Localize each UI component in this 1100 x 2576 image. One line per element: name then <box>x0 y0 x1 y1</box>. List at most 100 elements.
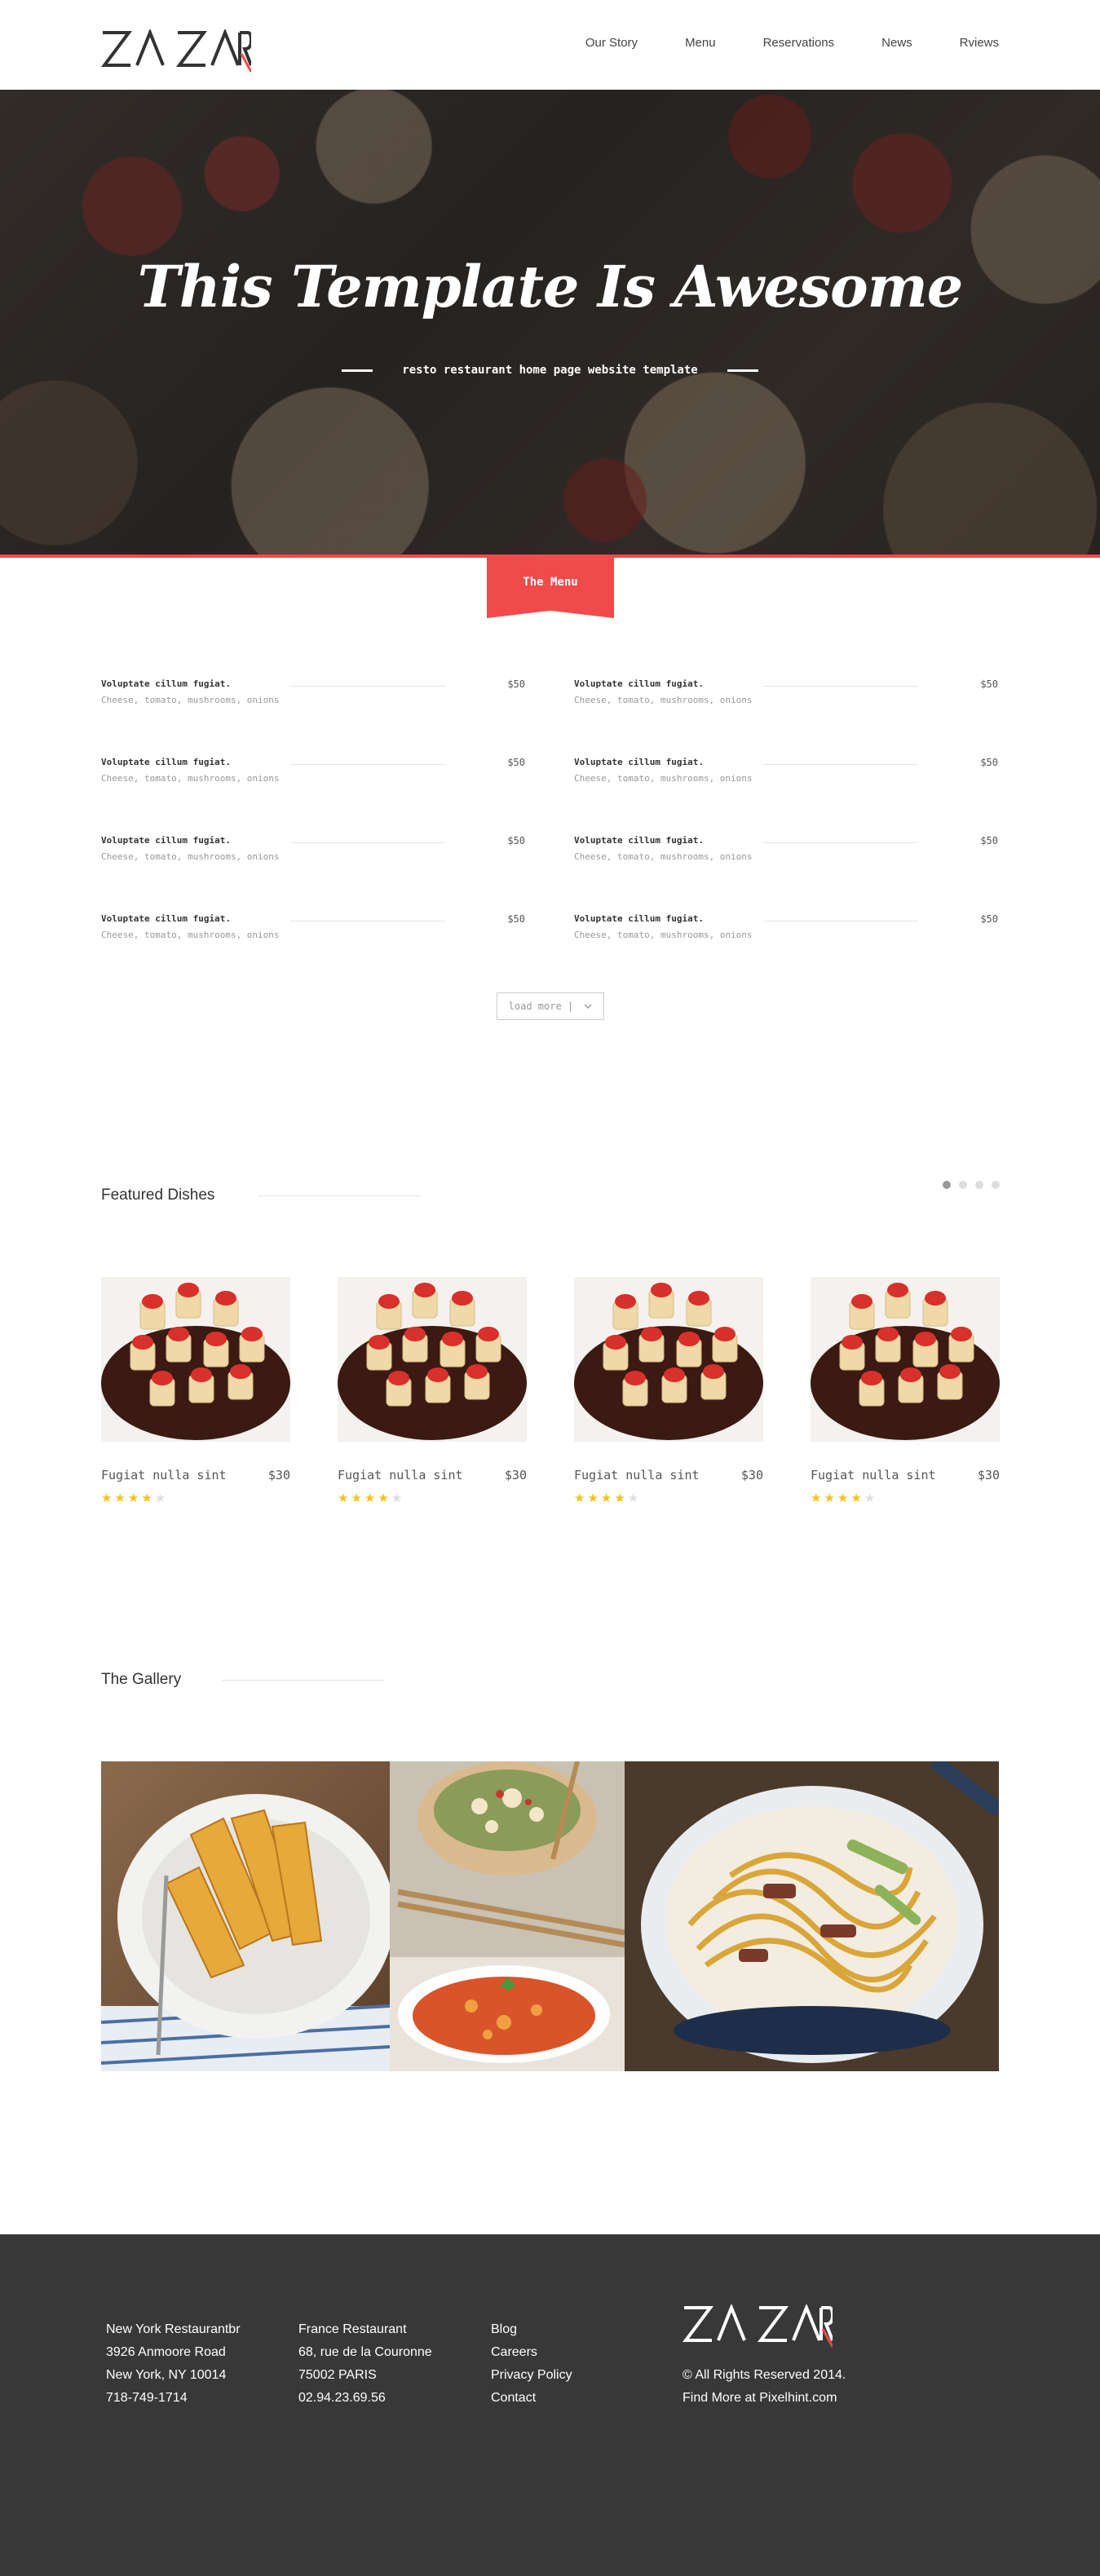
footer-link-blog[interactable]: Blog <box>491 2318 572 2341</box>
site-header: Our Story Menu Reservations News Rviews <box>0 0 1100 90</box>
gallery-image-rice-bowl[interactable] <box>390 1761 625 1957</box>
menu-item-price: $50 <box>507 678 525 690</box>
menu-item-desc: Cheese, tomato, mushrooms, onions <box>574 695 753 705</box>
featured-dishes-title: Featured Dishes <box>101 1186 215 1204</box>
hero-title: This Template Is Awesome <box>137 253 964 320</box>
menu-item: Voluptate cillum fugiat. $50 Cheese, tom… <box>574 678 998 711</box>
star-icon: ★ <box>141 1491 155 1505</box>
gallery-title-rule <box>222 1680 385 1681</box>
dish-image[interactable] <box>338 1277 527 1442</box>
dish-image[interactable] <box>101 1277 290 1442</box>
footer-text: 02.94.23.69.56 <box>298 2391 386 2405</box>
dish-price: $30 <box>267 1468 290 1482</box>
menu-item-leader <box>763 686 918 687</box>
dish-image[interactable] <box>811 1277 1000 1442</box>
star-icon: ★ <box>114 1491 128 1505</box>
menu-item: Voluptate cillum fugiat. $50 Cheese, tom… <box>574 757 998 789</box>
menu-item-price: $50 <box>507 757 525 768</box>
logo[interactable] <box>101 29 251 75</box>
dish-price: $30 <box>504 1468 527 1482</box>
nav-reservations[interactable]: Reservations <box>763 36 835 50</box>
menu-item-price: $50 <box>980 757 998 768</box>
star-icon: ★ <box>627 1491 642 1505</box>
menu-item-desc: Cheese, tomato, mushrooms, onions <box>101 695 280 705</box>
rating-stars: ★★★★★ <box>101 1491 168 1505</box>
featured-title-rule <box>258 1195 421 1196</box>
nav-our-story[interactable]: Our Story <box>585 36 638 50</box>
gallery-image-french-toast[interactable] <box>101 1761 390 2071</box>
footer-link-privacy[interactable]: Privacy Policy <box>491 2364 572 2387</box>
menu-item-name: Voluptate cillum fugiat. <box>574 913 704 924</box>
star-icon: ★ <box>101 1491 115 1505</box>
menu-ribbon: The Menu <box>487 556 614 618</box>
dish-name: Fugiat nulla sint <box>338 1468 463 1482</box>
dish-price: $30 <box>740 1468 763 1482</box>
menu-item-leader <box>290 686 445 687</box>
menu-item-price: $50 <box>980 678 998 690</box>
dish-card[interactable]: Fugiat nulla sint $30 ★★★★★ <box>338 1277 527 1505</box>
menu-item: Voluptate cillum fugiat. $50 Cheese, tom… <box>101 757 525 789</box>
load-more-label: load more | <box>508 1001 574 1012</box>
menu-item-name: Voluptate cillum fugiat. <box>574 757 704 767</box>
footer-credit-link[interactable]: Find More at Pixelhint.com <box>683 2387 846 2410</box>
nav-reviews[interactable]: Rviews <box>960 36 999 50</box>
footer-text: 3926 Anmoore Road <box>106 2345 226 2359</box>
main-nav: Our Story Menu Reservations News Rviews <box>538 36 999 50</box>
star-icon: ★ <box>351 1491 364 1505</box>
rating-stars: ★★★★★ <box>811 1491 877 1505</box>
menu-item-desc: Cheese, tomato, mushrooms, onions <box>101 930 280 940</box>
dish-card[interactable]: Fugiat nulla sint $30 ★★★★★ <box>811 1277 1000 1505</box>
dish-name: Fugiat nulla sint <box>811 1468 936 1482</box>
menu-item-name: Voluptate cillum fugiat. <box>574 835 704 846</box>
star-icon: ★ <box>587 1491 601 1505</box>
gallery-image-noodles[interactable] <box>625 1761 999 2071</box>
star-icon: ★ <box>338 1491 351 1505</box>
menu-item-price: $50 <box>507 835 525 846</box>
menu-item-desc: Cheese, tomato, mushrooms, onions <box>574 773 753 784</box>
carousel-dot[interactable] <box>959 1181 967 1189</box>
footer-text: 718-749-1714 <box>106 2391 188 2405</box>
star-icon: ★ <box>824 1491 837 1505</box>
menu-item-price: $50 <box>980 835 998 846</box>
dish-card[interactable]: Fugiat nulla sint $30 ★★★★★ <box>101 1277 290 1505</box>
rating-stars: ★★★★★ <box>574 1491 641 1505</box>
footer-text: New York Restaurantbr <box>106 2322 241 2336</box>
dish-name: Fugiat nulla sint <box>574 1468 700 1482</box>
gallery-title: The Gallery <box>101 1671 182 1688</box>
dish-image[interactable] <box>574 1277 763 1442</box>
footer-link-careers[interactable]: Careers <box>491 2341 572 2364</box>
dish-price: $30 <box>977 1468 1000 1482</box>
carousel-dot[interactable] <box>943 1181 951 1189</box>
menu-item-leader <box>290 764 445 765</box>
footer-logo[interactable] <box>683 2304 833 2350</box>
footer-text: 75002 PARIS <box>298 2368 377 2382</box>
nav-news[interactable]: News <box>881 36 912 50</box>
menu-item-desc: Cheese, tomato, mushrooms, onions <box>101 773 280 784</box>
star-icon: ★ <box>600 1491 615 1505</box>
gallery-image-lasagna[interactable] <box>390 1957 625 2071</box>
chevron-down-icon <box>584 993 592 1019</box>
menu-item: Voluptate cillum fugiat. $50 Cheese, tom… <box>574 913 998 946</box>
menu-ribbon-label: The Menu <box>523 576 578 589</box>
hero-divider-left <box>342 369 373 372</box>
menu-item-desc: Cheese, tomato, mushrooms, onions <box>101 851 280 862</box>
footer-text: New York, NY 10014 <box>106 2368 227 2382</box>
load-more-button[interactable]: load more | <box>497 992 604 1020</box>
star-icon: ★ <box>811 1491 824 1505</box>
dish-card[interactable]: Fugiat nulla sint $30 ★★★★★ <box>574 1277 763 1505</box>
menu-item: Voluptate cillum fugiat. $50 Cheese, tom… <box>101 835 525 868</box>
carousel-dot[interactable] <box>975 1181 983 1189</box>
carousel-dot[interactable] <box>992 1181 1000 1189</box>
menu-item-leader <box>763 842 918 843</box>
carousel-pagination <box>943 1181 1000 1189</box>
star-icon: ★ <box>864 1491 878 1505</box>
footer-copyright-block: © All Rights Reserved 2014. Find More at… <box>683 2364 846 2410</box>
star-icon: ★ <box>127 1491 142 1505</box>
menu-item: Voluptate cillum fugiat. $50 Cheese, tom… <box>101 913 525 946</box>
footer-link-contact[interactable]: Contact <box>491 2387 572 2410</box>
menu-item: Voluptate cillum fugiat. $50 Cheese, tom… <box>574 835 998 868</box>
nav-menu[interactable]: Menu <box>685 36 716 50</box>
rating-stars: ★★★★★ <box>338 1491 404 1505</box>
hero-subtitle-row: resto restaurant home page website templ… <box>0 364 1100 377</box>
star-icon: ★ <box>378 1491 391 1505</box>
